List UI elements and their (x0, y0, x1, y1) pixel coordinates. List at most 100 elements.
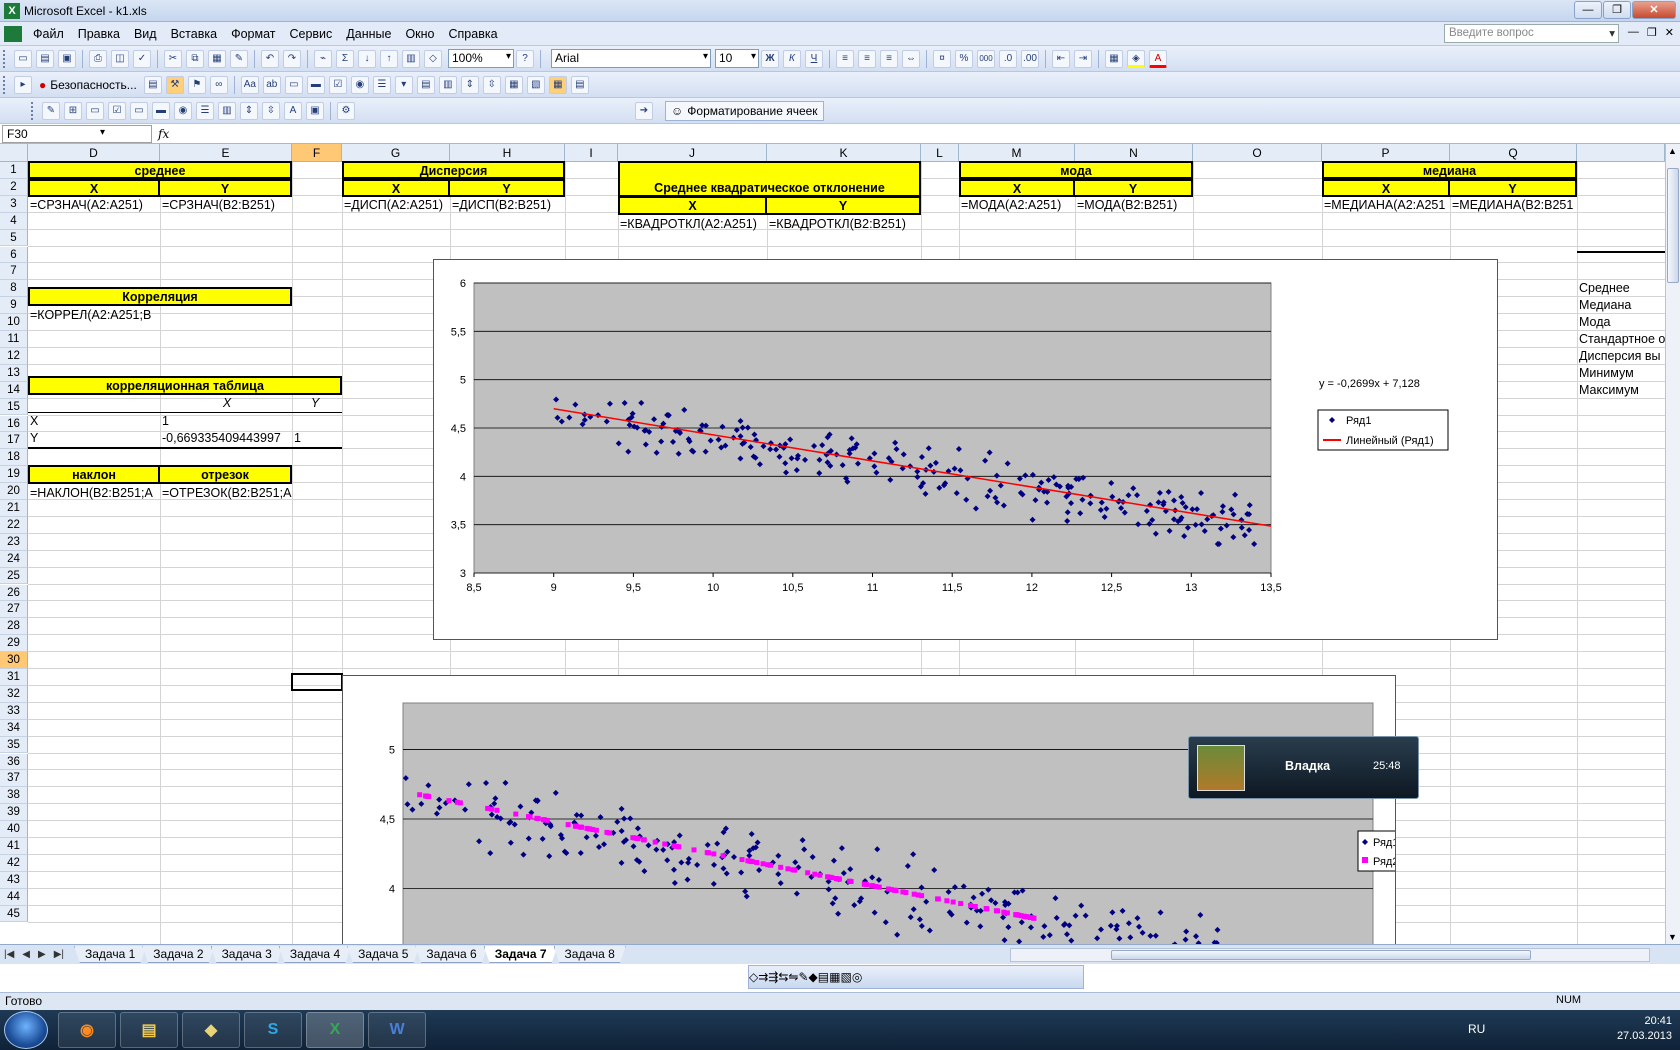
text-icon[interactable]: A (284, 101, 302, 120)
combobox-control-icon[interactable]: ▾ (394, 75, 413, 94)
row-header-39[interactable]: 39 (0, 804, 28, 822)
save-icon[interactable]: ▣ (58, 49, 76, 68)
col-header-q[interactable]: Q (1450, 144, 1577, 162)
row-header-43[interactable]: 43 (0, 871, 28, 889)
row-header-11[interactable]: 11 (0, 331, 28, 348)
row-header-4[interactable]: 4 (0, 212, 28, 230)
row-header-31[interactable]: 31 (0, 669, 28, 686)
ask-question-input[interactable]: Введите вопрос (1444, 24, 1619, 43)
sheet-tab-6[interactable]: Задача 6 (415, 946, 488, 963)
script-editor-icon[interactable]: ∞ (209, 75, 228, 94)
row-header-14[interactable]: 14 (0, 381, 28, 399)
system-clock[interactable]: 20:41 27.03.2013 (1617, 1014, 1672, 1044)
picture-icon[interactable]: ▣ (306, 101, 324, 120)
name-box[interactable]: F30 (2, 124, 152, 143)
row-header-17[interactable]: 17 (0, 432, 28, 450)
slope-header[interactable]: наклон (28, 465, 160, 484)
prev-sheet-icon[interactable]: ◀ (22, 949, 30, 960)
sheet-tab-5[interactable]: Задача 5 (347, 946, 420, 963)
italic-button[interactable]: К (783, 49, 801, 68)
sheet-tab-3[interactable]: Задача 3 (210, 946, 283, 963)
row-header-45[interactable]: 45 (0, 905, 28, 923)
col-header-p[interactable]: P (1322, 144, 1450, 162)
font-select[interactable]: Arial (551, 49, 711, 68)
shape-icon[interactable]: ▭ (86, 101, 104, 120)
median-x-formula[interactable]: =МЕДИАНА(A2:A251 (1322, 197, 1450, 213)
row-header-34[interactable]: 34 (0, 719, 28, 737)
row-header-21[interactable]: 21 (0, 500, 28, 517)
next-sheet-icon[interactable]: ▶ (38, 949, 46, 960)
row-header-41[interactable]: 41 (0, 838, 28, 855)
menu-view[interactable]: Вид (127, 27, 164, 41)
excel-taskbar-icon[interactable]: X (306, 1012, 364, 1048)
disp-x-formula[interactable]: =ДИСП(A2:A251) (342, 197, 450, 213)
row-header-30[interactable]: 30 (0, 652, 28, 669)
row-header-40[interactable]: 40 (0, 821, 28, 838)
toolbar-grip-3[interactable] (31, 101, 37, 120)
row-header-19[interactable]: 19 (0, 466, 28, 484)
zoom-select[interactable]: 100% (448, 49, 514, 68)
spelling-icon[interactable]: ✓ (133, 49, 151, 68)
groupbox-control-icon[interactable]: ▭ (284, 75, 303, 94)
col-header-g[interactable]: G (342, 144, 450, 162)
notes-taskbar-icon[interactable]: ◆ (182, 1012, 240, 1048)
menu-insert[interactable]: Вставка (164, 27, 224, 41)
close-button[interactable]: ✕ (1632, 1, 1676, 19)
sheet-tab-2[interactable]: Задача 2 (142, 946, 215, 963)
doc-restore-button[interactable]: ❐ (1647, 26, 1657, 39)
menu-data[interactable]: Данные (339, 27, 398, 41)
bold-button[interactable]: Ж (761, 49, 779, 68)
row-header-44[interactable]: 44 (0, 888, 28, 906)
moda-y-formula[interactable]: =МОДА(B2:B251) (1075, 197, 1193, 213)
edit-code-icon[interactable]: ▧ (526, 75, 545, 94)
skype-notification[interactable]: Владка 25:48 (1188, 736, 1419, 799)
textbox-icon[interactable]: ▭ (130, 101, 148, 120)
undo-icon[interactable]: ↶ (261, 49, 279, 68)
side-stat-0[interactable]: Среднее (1577, 280, 1665, 296)
font-size-select[interactable]: 10 (715, 49, 759, 68)
new-icon[interactable]: ▭ (14, 49, 32, 68)
moda-x-formula[interactable]: =МОДА(A2:A251) (959, 197, 1075, 213)
fill-color-icon[interactable]: ◈ (1127, 49, 1145, 68)
row-header-2[interactable]: 2 (0, 178, 28, 196)
menu-help[interactable]: Справка (442, 27, 505, 41)
doc-minimize-button[interactable]: — (1628, 26, 1639, 39)
select-all-corner[interactable] (0, 144, 28, 162)
drawing-icon[interactable]: ◇ (424, 49, 442, 68)
moda-header[interactable]: мода (959, 161, 1193, 179)
col-header-r[interactable] (1577, 144, 1665, 162)
evaluate-formula-icon[interactable]: ▧ (840, 970, 851, 984)
checkbox-icon[interactable]: ☑ (108, 101, 126, 120)
col-header-k[interactable]: K (767, 144, 921, 162)
align-center-icon[interactable]: ≡ (858, 49, 876, 68)
scatter-chart-2[interactable]: 3,544,55Ряд1Ряд2 (342, 675, 1411, 944)
doc-icon[interactable] (4, 25, 22, 42)
row-header-16[interactable]: 16 (0, 415, 28, 433)
spin-icon[interactable]: ⇳ (262, 101, 280, 120)
menu-file[interactable]: Файл (26, 27, 71, 41)
row-header-33[interactable]: 33 (0, 702, 28, 720)
combo-list-control-icon[interactable]: ▤ (416, 75, 435, 94)
sheet-tab-7[interactable]: Задача 7 (483, 946, 558, 963)
moda-y-header[interactable]: Y (1073, 179, 1193, 197)
print-preview-icon[interactable]: ◫ (111, 49, 129, 68)
chart-wizard-icon[interactable]: ▥ (402, 49, 420, 68)
row-header-22[interactable]: 22 (0, 516, 28, 534)
spinner-control-icon[interactable]: ⇳ (482, 75, 501, 94)
help-icon[interactable]: ? (516, 49, 534, 68)
borders-icon[interactable]: ▦ (1105, 49, 1123, 68)
row-header-18[interactable]: 18 (0, 449, 28, 467)
last-sheet-icon[interactable]: ▶| (54, 949, 64, 960)
fx-icon[interactable]: fx (158, 127, 169, 141)
row-header-35[interactable]: 35 (0, 736, 28, 754)
paste-icon[interactable]: ▦ (208, 49, 226, 68)
row-header-24[interactable]: 24 (0, 550, 28, 568)
disp-y-formula[interactable]: =ДИСП(B2:B251) (450, 197, 565, 213)
row-header-13[interactable]: 13 (0, 364, 28, 382)
sko-y-header[interactable]: Y (765, 196, 921, 215)
intercept-header[interactable]: отрезок (158, 465, 292, 484)
intercept-formula[interactable]: =ОТРЕЗОК(B2:B251;A (160, 485, 292, 501)
col-header-m[interactable]: M (959, 144, 1075, 162)
moda-x-header[interactable]: X (959, 179, 1075, 197)
median-y-header[interactable]: Y (1448, 179, 1577, 197)
